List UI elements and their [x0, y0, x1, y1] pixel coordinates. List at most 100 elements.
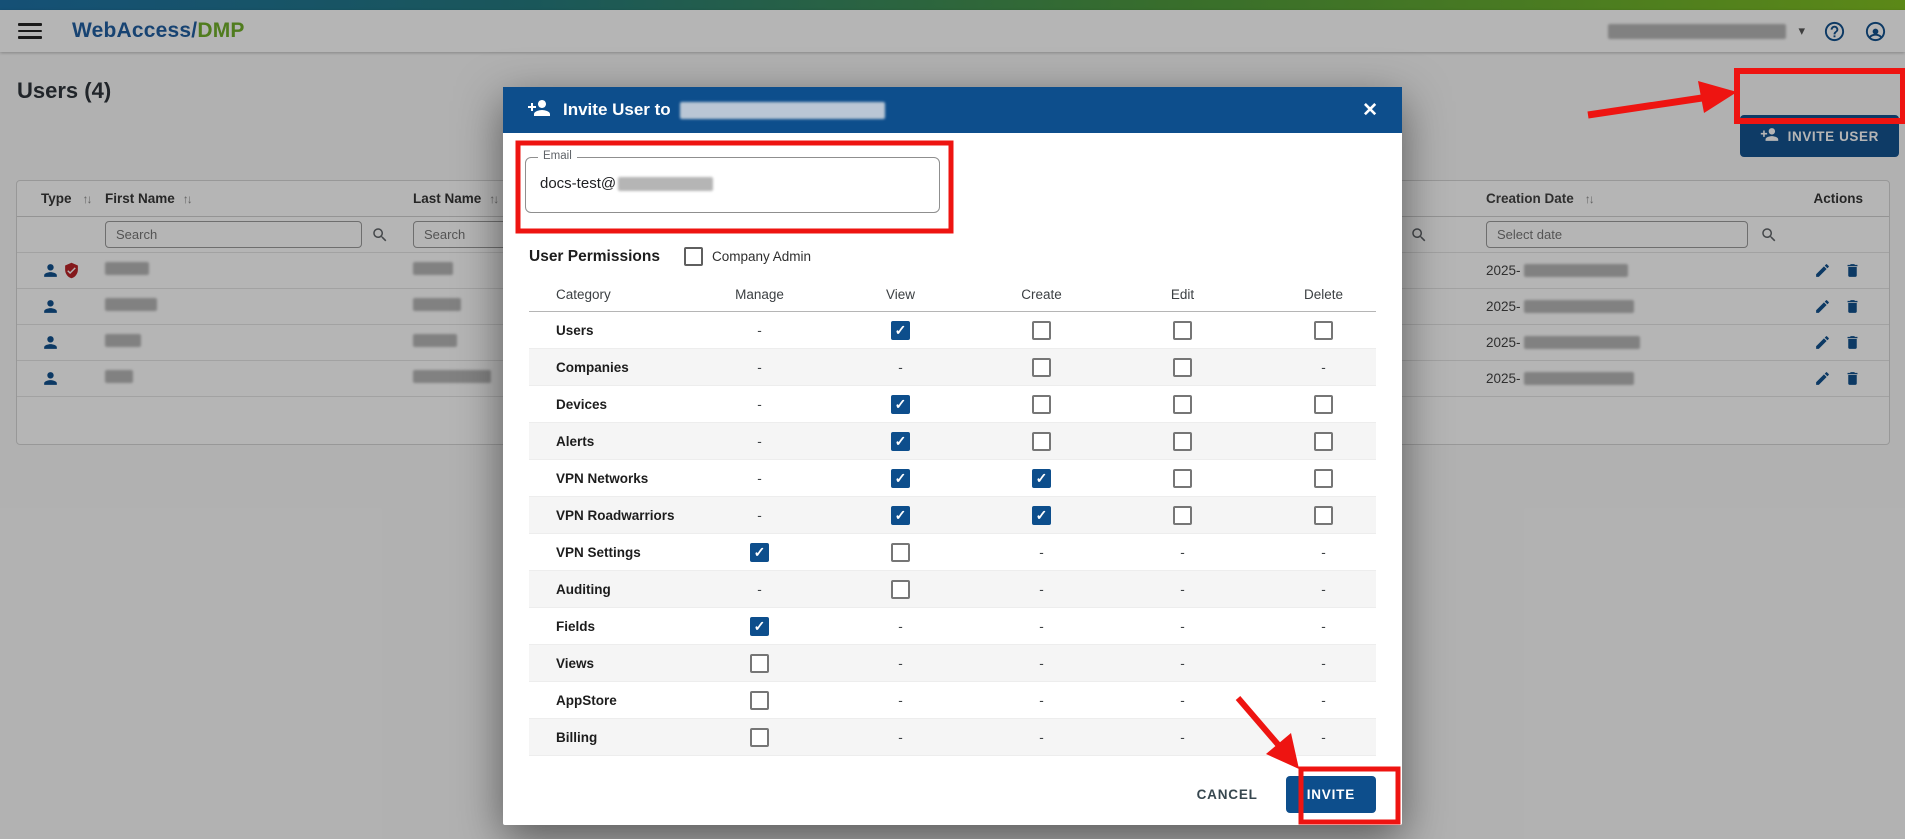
- permission-not-applicable: -: [898, 730, 903, 745]
- permission-not-applicable: -: [1180, 730, 1185, 745]
- permission-manage-checkbox[interactable]: [750, 654, 769, 673]
- permission-create-checkbox[interactable]: [1032, 432, 1051, 451]
- permission-delete-checkbox[interactable]: [1314, 506, 1333, 525]
- permission-create-checkbox[interactable]: ✓: [1032, 469, 1051, 488]
- permission-row: Companies---: [529, 349, 1376, 386]
- permission-category-label: Views: [556, 656, 689, 671]
- permission-manage-checkbox[interactable]: [750, 691, 769, 710]
- permission-category-label: Devices: [556, 397, 689, 412]
- permission-view-checkbox[interactable]: ✓: [891, 469, 910, 488]
- permission-edit-checkbox[interactable]: [1173, 432, 1192, 451]
- permission-not-applicable: -: [1321, 582, 1326, 597]
- company-name-redacted: [680, 102, 885, 119]
- close-icon[interactable]: ✕: [1362, 99, 1378, 122]
- company-admin-label: Company Admin: [712, 249, 811, 264]
- perm-col-edit: Edit: [1171, 287, 1194, 302]
- permission-create-checkbox[interactable]: [1032, 321, 1051, 340]
- permission-row: VPN Settings ✓ - - -: [529, 534, 1376, 571]
- permission-category-label: Users: [556, 323, 689, 338]
- permission-not-applicable: -: [898, 619, 903, 634]
- permission-not-applicable: -: [1321, 693, 1326, 708]
- permission-not-applicable: -: [1321, 545, 1326, 560]
- permission-manage-checkbox[interactable]: [750, 728, 769, 747]
- permission-row: AppStore----: [529, 682, 1376, 719]
- permission-row: Fields✓----: [529, 608, 1376, 645]
- permission-category-label: AppStore: [556, 693, 689, 708]
- email-field-label: Email: [538, 150, 577, 162]
- permissions-rows: Users-✓Companies---Devices-✓Alerts-✓VPN …: [529, 312, 1376, 756]
- permission-not-applicable: -: [1321, 656, 1326, 671]
- company-admin-checkbox[interactable]: Company Admin: [684, 247, 811, 266]
- permission-view-checkbox[interactable]: [891, 543, 910, 562]
- perm-col-view: View: [886, 287, 915, 302]
- permission-category-label: VPN Settings: [556, 545, 689, 560]
- checkbox-icon[interactable]: [684, 247, 703, 266]
- permission-create-checkbox[interactable]: [1032, 395, 1051, 414]
- person-add-icon: [527, 96, 551, 125]
- permission-not-applicable: -: [757, 508, 762, 523]
- permission-not-applicable: -: [1321, 730, 1326, 745]
- permission-delete-checkbox[interactable]: [1314, 432, 1333, 451]
- permission-view-checkbox[interactable]: [891, 580, 910, 599]
- modal-title: Invite User to: [563, 100, 885, 120]
- permission-not-applicable: -: [1180, 656, 1185, 671]
- permission-manage-checkbox[interactable]: ✓: [750, 617, 769, 636]
- permission-edit-checkbox[interactable]: [1173, 469, 1192, 488]
- perm-col-delete: Delete: [1304, 287, 1343, 302]
- permission-create-checkbox[interactable]: ✓: [1032, 506, 1051, 525]
- permission-delete-checkbox[interactable]: [1314, 469, 1333, 488]
- permission-not-applicable: -: [1039, 582, 1044, 597]
- invite-button[interactable]: INVITE: [1286, 776, 1376, 813]
- permission-row: Auditing - - - -: [529, 571, 1376, 608]
- permission-not-applicable: -: [757, 434, 762, 449]
- permission-view-checkbox[interactable]: ✓: [891, 395, 910, 414]
- permission-not-applicable: -: [757, 471, 762, 486]
- permission-not-applicable: -: [1321, 360, 1326, 375]
- permission-not-applicable: -: [1039, 545, 1044, 560]
- permission-not-applicable: -: [757, 360, 762, 375]
- permission-row: Views----: [529, 645, 1376, 682]
- permission-category-label: Alerts: [556, 434, 689, 449]
- modal-header: Invite User to ✕: [503, 87, 1402, 133]
- permission-delete-checkbox[interactable]: [1314, 395, 1333, 414]
- email-field-value: docs-test@: [540, 175, 925, 192]
- permission-category-label: VPN Roadwarriors: [556, 508, 689, 523]
- permission-edit-checkbox[interactable]: [1173, 506, 1192, 525]
- permission-edit-checkbox[interactable]: [1173, 321, 1192, 340]
- permission-row: Devices - ✓: [529, 386, 1376, 423]
- permission-edit-checkbox[interactable]: [1173, 358, 1192, 377]
- permission-view-checkbox[interactable]: ✓: [891, 432, 910, 451]
- permission-not-applicable: -: [1039, 619, 1044, 634]
- perm-col-create: Create: [1021, 287, 1062, 302]
- permission-row: Users - ✓: [529, 312, 1376, 349]
- permission-manage-checkbox[interactable]: ✓: [750, 543, 769, 562]
- permission-edit-checkbox[interactable]: [1173, 395, 1192, 414]
- permission-not-applicable: -: [898, 693, 903, 708]
- permission-not-applicable: -: [757, 397, 762, 412]
- permission-not-applicable: -: [757, 323, 762, 338]
- permission-category-label: Auditing: [556, 582, 689, 597]
- email-domain-redacted: [618, 177, 713, 191]
- permission-not-applicable: -: [1180, 693, 1185, 708]
- permission-not-applicable: -: [1180, 582, 1185, 597]
- permission-delete-checkbox[interactable]: [1314, 321, 1333, 340]
- permission-row: VPN Networks-✓✓: [529, 460, 1376, 497]
- permission-create-checkbox[interactable]: [1032, 358, 1051, 377]
- modal-footer: CANCEL INVITE: [503, 763, 1402, 825]
- permission-not-applicable: -: [1039, 730, 1044, 745]
- permission-row: Alerts - ✓: [529, 423, 1376, 460]
- permission-view-checkbox[interactable]: ✓: [891, 321, 910, 340]
- modal-body: Email docs-test@ User Permissions Compan…: [503, 133, 1402, 763]
- cancel-button[interactable]: CANCEL: [1197, 787, 1258, 802]
- permission-view-checkbox[interactable]: ✓: [891, 506, 910, 525]
- permission-not-applicable: -: [898, 656, 903, 671]
- email-field[interactable]: Email docs-test@: [525, 157, 940, 213]
- permission-not-applicable: -: [1180, 545, 1185, 560]
- invite-user-modal: Invite User to ✕ Email docs-test@ User P…: [503, 87, 1402, 825]
- permission-row: VPN Roadwarriors - ✓ ✓: [529, 497, 1376, 534]
- permission-not-applicable: -: [1321, 619, 1326, 634]
- perm-col-category: Category: [556, 287, 689, 302]
- permission-category-label: Billing: [556, 730, 689, 745]
- permission-not-applicable: -: [1180, 619, 1185, 634]
- permission-not-applicable: -: [757, 582, 762, 597]
